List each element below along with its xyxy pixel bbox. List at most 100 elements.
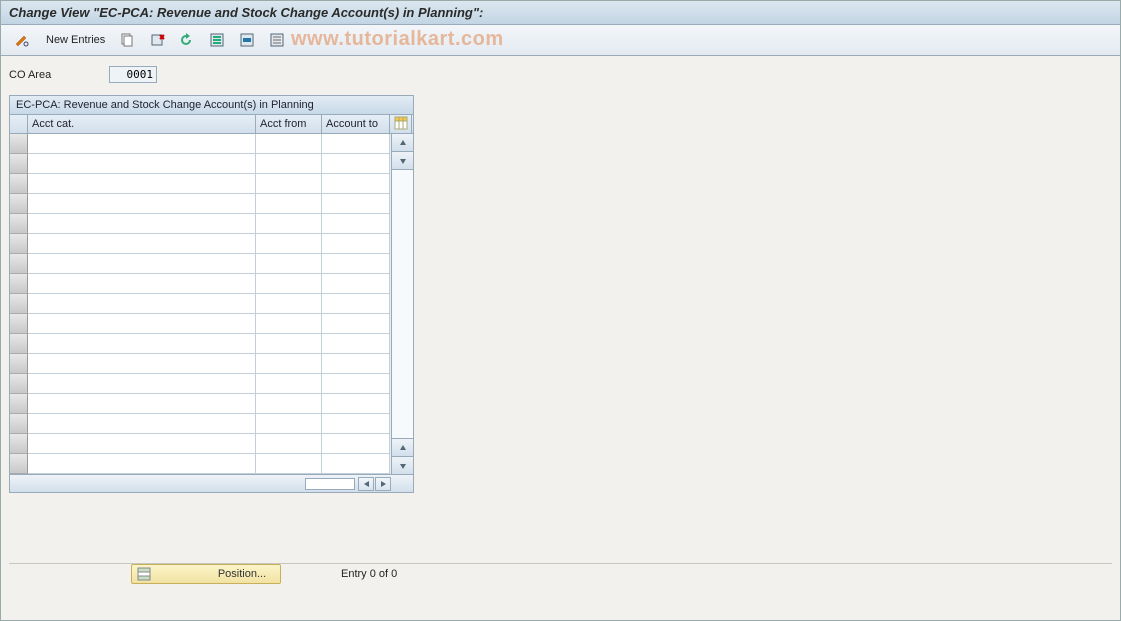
delete-button[interactable] bbox=[144, 29, 170, 51]
cell-account-to[interactable] bbox=[322, 194, 390, 214]
table-row[interactable] bbox=[10, 394, 391, 414]
row-selector[interactable] bbox=[10, 334, 28, 354]
cell-acct-from[interactable] bbox=[256, 274, 322, 294]
cell-account-to[interactable] bbox=[322, 174, 390, 194]
table-row[interactable] bbox=[10, 374, 391, 394]
cell-account-to[interactable] bbox=[322, 334, 390, 354]
table-row[interactable] bbox=[10, 174, 391, 194]
row-selector[interactable] bbox=[10, 174, 28, 194]
grid-header-account-to[interactable]: Account to bbox=[322, 115, 390, 133]
cell-acct-cat[interactable] bbox=[28, 294, 256, 314]
cell-acct-from[interactable] bbox=[256, 254, 322, 274]
cell-account-to[interactable] bbox=[322, 294, 390, 314]
cell-acct-from[interactable] bbox=[256, 334, 322, 354]
cell-account-to[interactable] bbox=[322, 374, 390, 394]
cell-acct-from[interactable] bbox=[256, 394, 322, 414]
grid-header-acct-cat[interactable]: Acct cat. bbox=[28, 115, 256, 133]
row-selector[interactable] bbox=[10, 414, 28, 434]
grid-header-selector[interactable] bbox=[10, 115, 28, 133]
cell-acct-from[interactable] bbox=[256, 134, 322, 154]
cell-account-to[interactable] bbox=[322, 434, 390, 454]
cell-account-to[interactable] bbox=[322, 134, 390, 154]
scroll-track[interactable] bbox=[392, 170, 413, 438]
cell-acct-cat[interactable] bbox=[28, 374, 256, 394]
cell-acct-from[interactable] bbox=[256, 194, 322, 214]
cell-acct-cat[interactable] bbox=[28, 274, 256, 294]
cell-acct-from[interactable] bbox=[256, 174, 322, 194]
cell-acct-cat[interactable] bbox=[28, 214, 256, 234]
row-selector[interactable] bbox=[10, 134, 28, 154]
table-row[interactable] bbox=[10, 314, 391, 334]
grid-header-acct-from[interactable]: Acct from bbox=[256, 115, 322, 133]
table-row[interactable] bbox=[10, 294, 391, 314]
cell-acct-from[interactable] bbox=[256, 234, 322, 254]
vertical-scrollbar[interactable] bbox=[391, 134, 413, 474]
cell-acct-cat[interactable] bbox=[28, 234, 256, 254]
row-selector[interactable] bbox=[10, 294, 28, 314]
table-row[interactable] bbox=[10, 214, 391, 234]
cell-acct-cat[interactable] bbox=[28, 334, 256, 354]
row-selector[interactable] bbox=[10, 394, 28, 414]
cell-acct-cat[interactable] bbox=[28, 434, 256, 454]
scroll-left-button[interactable] bbox=[358, 477, 374, 491]
row-selector[interactable] bbox=[10, 234, 28, 254]
table-row[interactable] bbox=[10, 334, 391, 354]
cell-acct-cat[interactable] bbox=[28, 414, 256, 434]
scroll-up-button[interactable] bbox=[392, 134, 413, 152]
cell-acct-from[interactable] bbox=[256, 214, 322, 234]
cell-acct-cat[interactable] bbox=[28, 194, 256, 214]
row-selector[interactable] bbox=[10, 254, 28, 274]
row-selector[interactable] bbox=[10, 214, 28, 234]
cell-account-to[interactable] bbox=[322, 254, 390, 274]
table-row[interactable] bbox=[10, 194, 391, 214]
row-selector[interactable] bbox=[10, 274, 28, 294]
cell-acct-cat[interactable] bbox=[28, 254, 256, 274]
cell-account-to[interactable] bbox=[322, 454, 390, 474]
scroll-right-button[interactable] bbox=[375, 477, 391, 491]
scroll-down-button[interactable] bbox=[392, 456, 413, 474]
cell-acct-from[interactable] bbox=[256, 414, 322, 434]
row-selector[interactable] bbox=[10, 354, 28, 374]
table-row[interactable] bbox=[10, 254, 391, 274]
toggle-display-change-button[interactable] bbox=[9, 29, 35, 51]
table-row[interactable] bbox=[10, 234, 391, 254]
cell-acct-cat[interactable] bbox=[28, 454, 256, 474]
cell-acct-cat[interactable] bbox=[28, 154, 256, 174]
cell-acct-from[interactable] bbox=[256, 294, 322, 314]
cell-acct-cat[interactable] bbox=[28, 174, 256, 194]
co-area-input[interactable] bbox=[109, 66, 157, 83]
deselect-all-button[interactable] bbox=[264, 29, 290, 51]
new-entries-button[interactable]: New Entries bbox=[39, 29, 110, 51]
cell-account-to[interactable] bbox=[322, 234, 390, 254]
scroll-up-step-button[interactable] bbox=[392, 152, 413, 170]
row-selector[interactable] bbox=[10, 314, 28, 334]
cell-acct-cat[interactable] bbox=[28, 354, 256, 374]
cell-acct-cat[interactable] bbox=[28, 134, 256, 154]
cell-acct-from[interactable] bbox=[256, 374, 322, 394]
select-block-button[interactable] bbox=[234, 29, 260, 51]
row-selector[interactable] bbox=[10, 194, 28, 214]
cell-acct-cat[interactable] bbox=[28, 394, 256, 414]
grid-header-configure[interactable] bbox=[390, 115, 412, 133]
table-row[interactable] bbox=[10, 454, 391, 474]
hscroll-track[interactable] bbox=[305, 478, 355, 490]
cell-account-to[interactable] bbox=[322, 214, 390, 234]
cell-acct-from[interactable] bbox=[256, 434, 322, 454]
cell-account-to[interactable] bbox=[322, 414, 390, 434]
cell-account-to[interactable] bbox=[322, 394, 390, 414]
cell-acct-from[interactable] bbox=[256, 454, 322, 474]
table-row[interactable] bbox=[10, 274, 391, 294]
table-row[interactable] bbox=[10, 414, 391, 434]
cell-acct-from[interactable] bbox=[256, 314, 322, 334]
cell-account-to[interactable] bbox=[322, 354, 390, 374]
table-row[interactable] bbox=[10, 434, 391, 454]
cell-account-to[interactable] bbox=[322, 154, 390, 174]
copy-button[interactable] bbox=[114, 29, 140, 51]
undo-button[interactable] bbox=[174, 29, 200, 51]
cell-acct-from[interactable] bbox=[256, 354, 322, 374]
table-row[interactable] bbox=[10, 154, 391, 174]
select-all-button[interactable] bbox=[204, 29, 230, 51]
row-selector[interactable] bbox=[10, 434, 28, 454]
scroll-down-step-button[interactable] bbox=[392, 438, 413, 456]
table-row[interactable] bbox=[10, 354, 391, 374]
